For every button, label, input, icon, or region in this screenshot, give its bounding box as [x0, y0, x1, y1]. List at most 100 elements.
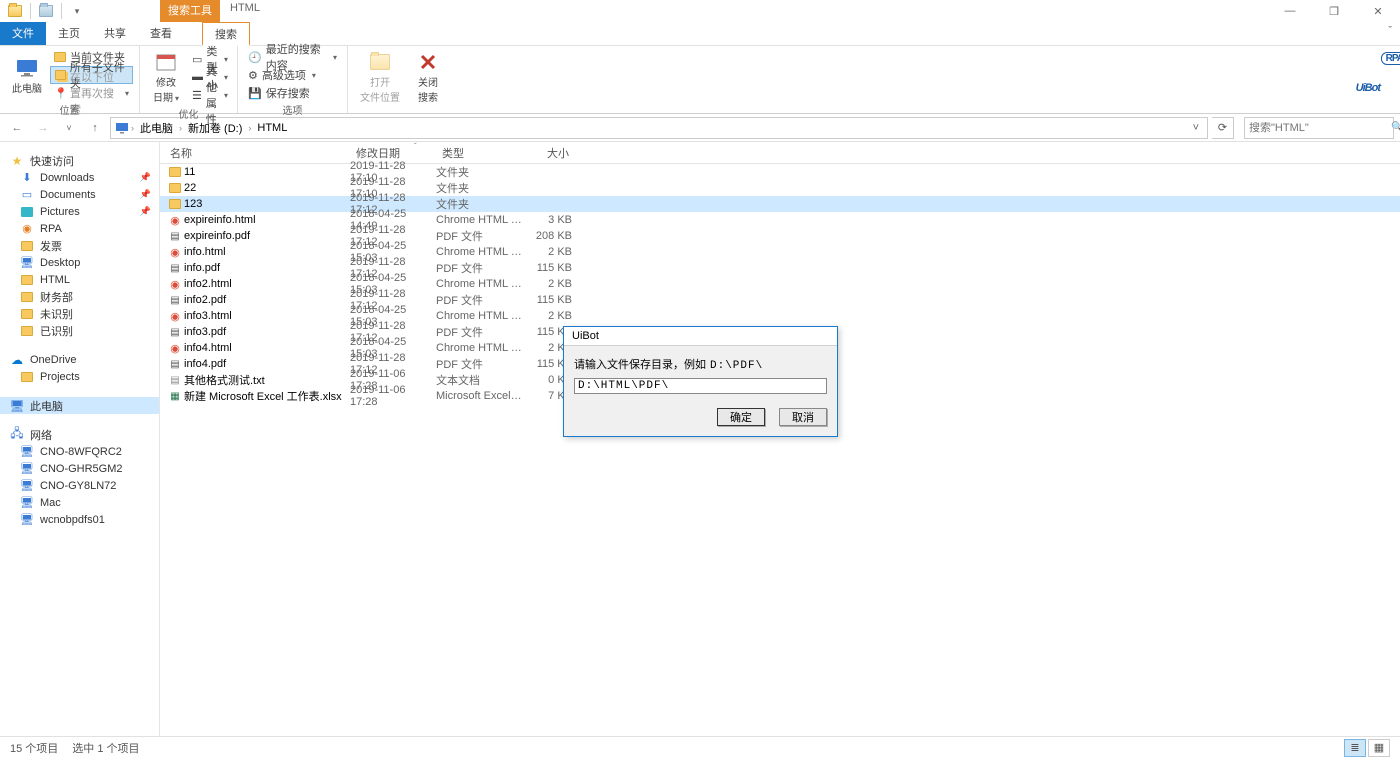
nav-item-label: Mac [40, 497, 61, 509]
qat-folder-icon[interactable] [4, 2, 26, 20]
nav-item[interactable]: ⬇Downloads📌 [0, 169, 159, 186]
main-content: ★快速访问 ⬇Downloads📌▭Documents📌Pictures📌◉RP… [0, 142, 1400, 736]
other-props-dropdown[interactable]: ☰其他属性 [188, 86, 232, 104]
nav-item-label: 财务部 [40, 289, 73, 305]
nav-item[interactable]: 🖥Mac [0, 494, 159, 511]
minimize-button[interactable]: — [1268, 0, 1312, 22]
file-row[interactable]: ▤info.pdf2019-11-28 17:12PDF 文件115 KB [160, 260, 1400, 276]
nav-item-icon [20, 324, 34, 338]
calendar-icon [152, 50, 180, 74]
tab-view[interactable]: 查看 [138, 22, 184, 45]
file-row[interactable]: 112019-11-28 17:10文件夹 [160, 164, 1400, 180]
nav-item-icon: 🖥 [20, 462, 34, 476]
col-date[interactable]: 修改日期 [350, 145, 436, 161]
nav-item[interactable]: 未识别 [0, 305, 159, 322]
nav-this-pc[interactable]: 🖥此电脑 [0, 397, 159, 414]
nav-item[interactable]: ▭Documents📌 [0, 186, 159, 203]
nav-quick-access[interactable]: ★快速访问 [0, 152, 159, 169]
path-dropdown-button[interactable]: ˅ [1189, 122, 1203, 134]
breadcrumb-item[interactable]: HTML [253, 122, 291, 134]
view-thumbnails-button[interactable]: ▦ [1368, 739, 1390, 757]
search-again-dropdown[interactable]: 📍在以下位置再次搜索 [50, 84, 133, 102]
file-name: info.html [184, 246, 350, 258]
cloud-icon: ☁ [10, 353, 24, 367]
nav-item-icon [20, 290, 34, 304]
qat-properties-icon[interactable] [35, 2, 57, 20]
col-name[interactable]: 名称 [160, 145, 350, 161]
file-row[interactable]: ▤expireinfo.pdf2019-11-28 17:12PDF 文件208… [160, 228, 1400, 244]
nav-item[interactable]: 🖥CNO-GY8LN72 [0, 477, 159, 494]
breadcrumb-bar[interactable]: › 此电脑 › 新加卷 (D:) › HTML ˅ [110, 117, 1208, 139]
file-type-icon: ◉ [166, 246, 184, 259]
file-row[interactable]: ◉info3.html2018-04-25 15:03Chrome HTML D… [160, 308, 1400, 324]
nav-item[interactable]: ◉RPA [0, 220, 159, 237]
view-details-button[interactable]: ≣ [1344, 739, 1366, 757]
sort-indicator-icon: ˇ [414, 142, 417, 151]
separator [30, 3, 31, 19]
qat-customize-icon[interactable]: ▾ [66, 2, 88, 20]
tab-share[interactable]: 共享 [92, 22, 138, 45]
forward-button[interactable]: → [32, 117, 54, 139]
advanced-options-dropdown[interactable]: ⚙高级选项 [244, 66, 341, 84]
nav-item[interactable]: 🖥wcnobpdfs01 [0, 511, 159, 528]
file-type: Chrome HTML D... [436, 246, 522, 258]
monitor-icon: 🖥 [10, 399, 24, 413]
nav-item[interactable]: 🖥CNO-GHR5GM2 [0, 460, 159, 477]
folder-icon [55, 70, 66, 80]
file-name: info.pdf [184, 262, 350, 274]
tab-file[interactable]: 文件 [0, 22, 46, 45]
file-type-icon: ◉ [166, 342, 184, 355]
nav-item[interactable]: Pictures📌 [0, 203, 159, 220]
maximize-button[interactable]: ❐ [1312, 0, 1356, 22]
search-input[interactable] [1249, 122, 1391, 134]
advanced-icon: ⚙ [248, 69, 258, 82]
close-search-button[interactable]: 关闭 搜索 [408, 48, 448, 106]
file-row[interactable]: ◉info.html2018-04-25 15:03Chrome HTML D.… [160, 244, 1400, 260]
nav-item[interactable]: HTML [0, 271, 159, 288]
nav-item[interactable]: Projects [0, 368, 159, 385]
search-box[interactable]: 🔍 [1244, 117, 1394, 139]
search-icon[interactable]: 🔍 [1391, 122, 1400, 133]
dialog-path-input[interactable] [574, 378, 827, 394]
file-row[interactable]: ◉expireinfo.html2018-04-25 14:49Chrome H… [160, 212, 1400, 228]
file-type: Microsoft Excel ... [436, 390, 522, 402]
nav-onedrive[interactable]: ☁OneDrive [0, 351, 159, 368]
nav-item[interactable]: 财务部 [0, 288, 159, 305]
tab-home[interactable]: 主页 [46, 22, 92, 45]
this-pc-button[interactable]: 此电脑 [6, 54, 48, 97]
nav-item[interactable]: 🖥CNO-8WFQRC2 [0, 443, 159, 460]
close-button[interactable]: ✕ [1356, 0, 1400, 22]
refresh-button[interactable]: ⟳ [1212, 117, 1234, 139]
nav-item[interactable]: 已识别 [0, 322, 159, 339]
recent-searches-dropdown[interactable]: 🕘最近的搜索内容 [244, 48, 341, 66]
nav-item-label: Projects [40, 371, 80, 383]
back-button[interactable]: ← [6, 117, 28, 139]
file-row[interactable]: 1232019-11-28 17:12文件夹 [160, 196, 1400, 212]
up-button[interactable]: ↑ [84, 117, 106, 139]
file-type-icon [166, 199, 184, 209]
nav-network[interactable]: 🖧网络 [0, 426, 159, 443]
status-bar: 15 个项目 选中 1 个项目 ≣ ▦ [0, 736, 1400, 758]
nav-item[interactable]: 发票 [0, 237, 159, 254]
modify-date-button[interactable]: 修改 日期 [146, 48, 186, 106]
col-size[interactable]: 大小 [522, 145, 576, 161]
file-row[interactable]: ▤info2.pdf2019-11-28 17:12PDF 文件115 KB [160, 292, 1400, 308]
cancel-button[interactable]: 取消 [779, 408, 827, 426]
open-file-location-button[interactable]: 打开 文件位置 [354, 48, 406, 106]
navigation-pane[interactable]: ★快速访问 ⬇Downloads📌▭Documents📌Pictures📌◉RP… [0, 142, 160, 736]
file-name: info4.pdf [184, 358, 350, 370]
col-type[interactable]: 类型 [436, 145, 522, 161]
file-type-icon: ▤ [166, 327, 184, 338]
file-name: info2.pdf [184, 294, 350, 306]
kind-icon: ▭ [192, 53, 202, 66]
ribbon-collapse-button[interactable]: ˇ [1380, 22, 1400, 45]
file-row[interactable]: 222019-11-28 17:10文件夹 [160, 180, 1400, 196]
ok-button[interactable]: 确定 [717, 408, 765, 426]
nav-item[interactable]: 🖥Desktop [0, 254, 159, 271]
recent-locations-button[interactable]: ˅ [58, 117, 80, 139]
file-row[interactable]: ◉info2.html2018-04-25 15:03Chrome HTML D… [160, 276, 1400, 292]
monitor-icon [13, 56, 41, 80]
file-name: 其他格式测试.txt [184, 372, 350, 388]
save-search-button[interactable]: 💾保存搜索 [244, 84, 341, 102]
pin-icon: 📌 [140, 206, 151, 217]
